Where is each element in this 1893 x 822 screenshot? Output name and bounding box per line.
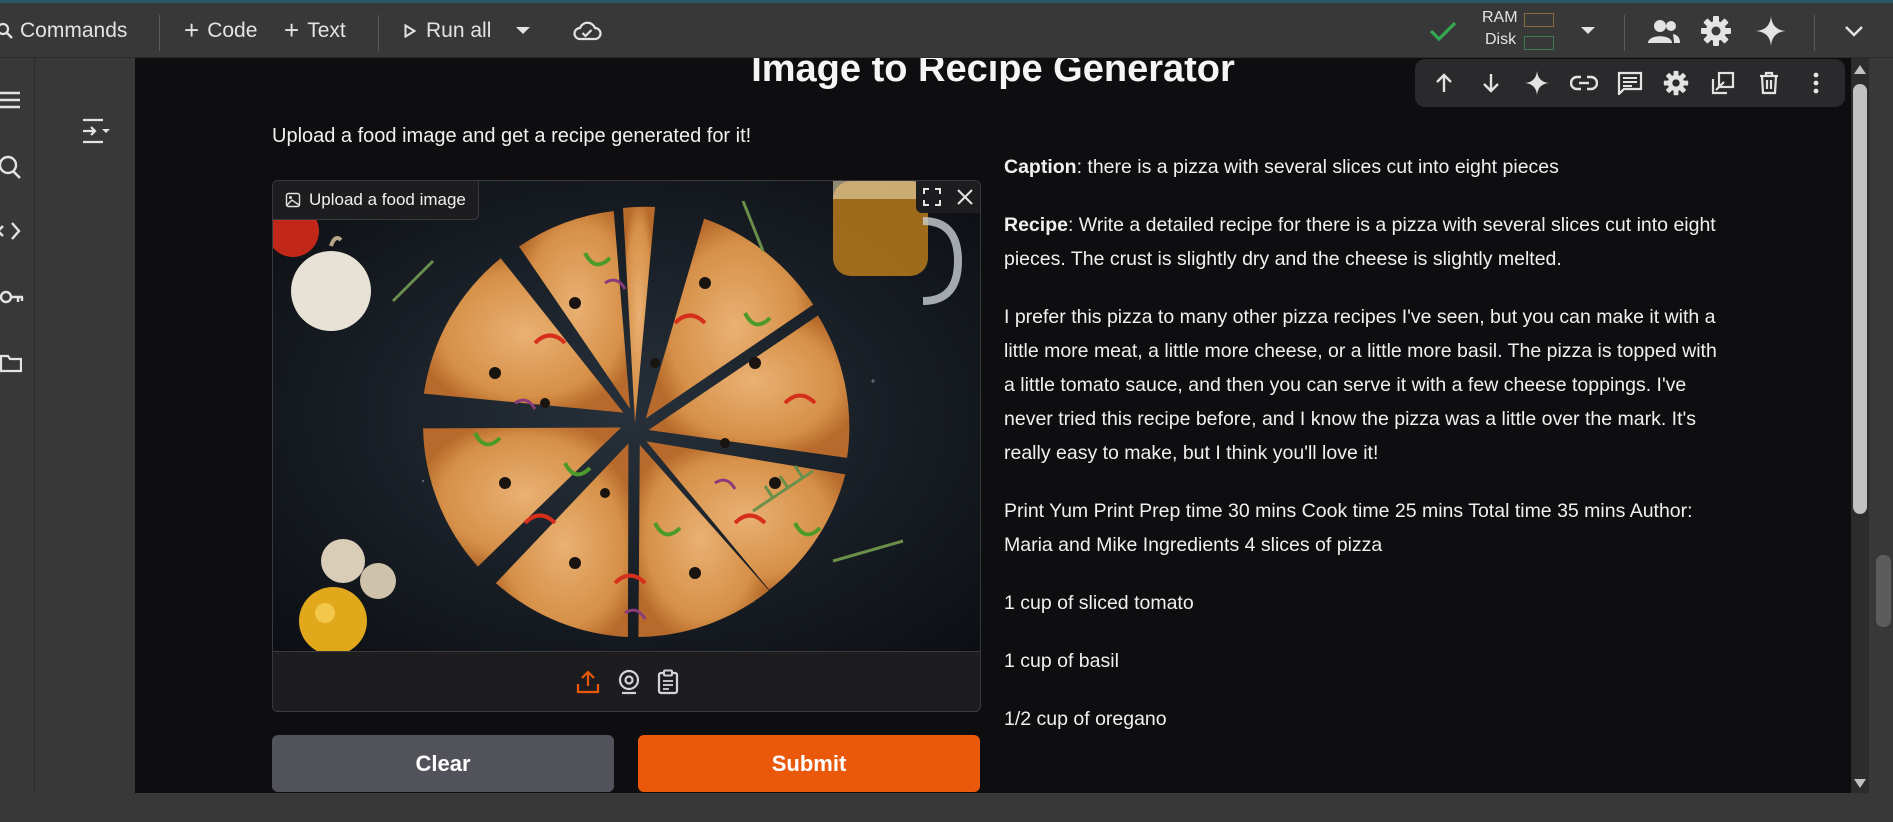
ram-bar	[1524, 13, 1554, 27]
delete-icon[interactable]	[1753, 67, 1785, 99]
move-up-icon[interactable]	[1428, 67, 1460, 99]
share-users-button[interactable]	[1647, 3, 1681, 58]
recipe-output: Caption: there is a pizza with several s…	[1004, 150, 1724, 760]
search-icon	[0, 22, 14, 40]
add-text-label: Text	[307, 18, 346, 42]
key-icon[interactable]	[0, 282, 24, 312]
upload-icon[interactable]	[575, 669, 601, 695]
caption-text: : there is a pizza with several slices c…	[1076, 156, 1559, 178]
disk-bar	[1524, 36, 1554, 50]
toolbar-divider	[1624, 15, 1625, 51]
settings-button[interactable]	[1700, 3, 1732, 58]
cell-gutter	[35, 58, 135, 793]
close-icon[interactable]	[956, 188, 974, 206]
image-controls	[916, 181, 980, 213]
commands-label: Commands	[20, 18, 128, 42]
find-replace-icon[interactable]	[0, 151, 24, 181]
connected-check-icon	[1428, 3, 1458, 58]
recipe-line: Recipe: Write a detailed recipe for ther…	[1004, 208, 1724, 276]
cloud-icon	[572, 20, 602, 42]
toolbar-divider	[378, 15, 379, 51]
output-paragraph: 1 cup of sliced tomato	[1004, 592, 1194, 614]
add-code-label: Code	[207, 18, 258, 42]
output-paragraph: Print Yum Print Prep time 30 mins Cook t…	[1004, 500, 1693, 556]
people-icon	[1647, 18, 1681, 44]
output-paragraph: I prefer this pizza to many other pizza …	[1004, 306, 1717, 464]
pizza-photo	[273, 181, 980, 651]
settings-icon[interactable]	[1660, 67, 1692, 99]
fullscreen-icon[interactable]	[922, 187, 942, 207]
image-input-label-text: Upload a food image	[309, 190, 466, 209]
image-icon	[285, 192, 301, 208]
cell-output: Image to Recipe Generator Upload a food …	[135, 58, 1851, 793]
mirror-cell-icon[interactable]	[1707, 67, 1739, 99]
more-icon[interactable]	[1800, 67, 1832, 99]
submit-button[interactable]: Submit	[638, 735, 980, 792]
gemini-sparkle-icon	[1755, 15, 1787, 47]
webcam-icon[interactable]	[617, 669, 641, 695]
recipe-key: Recipe	[1004, 214, 1068, 236]
add-code-button[interactable]: + Code	[184, 3, 257, 58]
caret-down-icon	[1580, 26, 1596, 36]
caption-line: Caption: there is a pizza with several s…	[1004, 150, 1724, 184]
plus-icon: +	[184, 15, 200, 45]
caption-key: Caption	[1004, 156, 1077, 178]
resource-monitor[interactable]: RAM Disk	[1482, 7, 1558, 55]
scroll-up-arrow-icon[interactable]	[1853, 62, 1867, 80]
output-paragraph: 1 cup of basil	[1004, 650, 1119, 672]
collapse-header-button[interactable]	[1844, 3, 1864, 58]
cell-toolbar	[1415, 59, 1845, 107]
left-sidebar	[0, 58, 35, 822]
commands-button[interactable]: Commands	[0, 3, 127, 58]
toolbar-divider	[1814, 15, 1815, 51]
table-of-contents-icon[interactable]	[0, 85, 24, 115]
clipboard-icon[interactable]	[657, 669, 679, 695]
gear-icon	[1700, 15, 1732, 47]
gemini-button[interactable]	[1755, 3, 1787, 58]
chevron-down-icon	[1844, 25, 1864, 37]
run-all-dropdown[interactable]	[515, 3, 531, 58]
disk-label: Disk	[1485, 31, 1517, 48]
run-all-label: Run all	[426, 18, 492, 42]
bottom-bar	[0, 793, 1893, 822]
image-input-label: Upload a food image	[273, 181, 479, 220]
caret-down-icon	[515, 26, 531, 36]
image-input[interactable]: Upload a food image	[272, 180, 981, 712]
output-paragraph: 1/2 cup of oregano	[1004, 708, 1167, 730]
run-all-button[interactable]: Run all	[404, 3, 491, 58]
folder-icon[interactable]	[0, 348, 24, 378]
move-down-icon[interactable]	[1475, 67, 1507, 99]
output-toggle-icon	[81, 117, 113, 145]
top-toolbar: Commands + Code + Text Run all RAM Disk	[0, 0, 1893, 58]
notebook-scrollbar-thumb[interactable]	[1876, 555, 1891, 627]
output-scrollbar-thumb[interactable]	[1853, 84, 1867, 514]
clear-button[interactable]: Clear	[272, 735, 614, 792]
uploaded-image-preview	[273, 181, 980, 651]
toolbar-divider	[159, 15, 160, 51]
drive-save-button[interactable]	[572, 3, 602, 58]
recipe-text: : Write a detailed recipe for there is a…	[1004, 214, 1716, 270]
play-icon	[404, 23, 416, 38]
add-text-button[interactable]: + Text	[284, 3, 346, 58]
image-source-bar	[273, 651, 980, 711]
comment-icon[interactable]	[1614, 67, 1646, 99]
app-description: Upload a food image and get a recipe gen…	[272, 125, 752, 147]
resource-dropdown[interactable]	[1580, 3, 1596, 58]
ram-label: RAM	[1482, 9, 1518, 26]
code-snippets-icon[interactable]	[0, 216, 24, 246]
plus-icon: +	[284, 15, 300, 45]
gemini-icon[interactable]	[1521, 67, 1553, 99]
link-icon[interactable]	[1568, 67, 1600, 99]
collapse-output-button[interactable]	[81, 116, 115, 146]
notebook-scrollbar[interactable]	[1874, 58, 1893, 822]
